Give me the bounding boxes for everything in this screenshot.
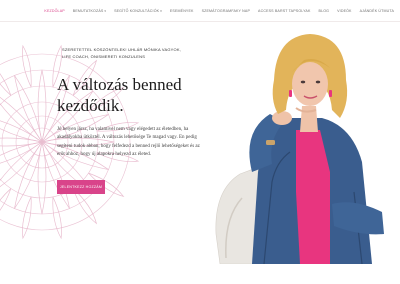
nav-item-label: Események xyxy=(169,8,194,13)
main-navigation: Kezdőlap Bemutatkozás ▾ Segítő konzultációk… xyxy=(0,0,400,22)
nav-item[interactable]: Ajándék útmuta xyxy=(360,9,394,13)
tagline-line-1: Szeretettel köszöntelek! Uhlár Mónika va… xyxy=(62,47,182,52)
nav-item[interactable]: Események xyxy=(170,9,194,13)
nav-item[interactable]: Szemátogramfaky nap xyxy=(202,9,250,13)
nav-item[interactable]: Segítő konzultációk ▾ xyxy=(114,9,162,13)
nav-item[interactable]: Videók xyxy=(337,9,351,13)
nav-item[interactable]: Kezdőlap xyxy=(44,9,64,13)
nav-item-label: Ajándék útmuta xyxy=(359,8,394,13)
nav-item-label: Bemutatkozás xyxy=(72,8,104,13)
nav-item-label: Videók xyxy=(337,8,352,13)
portrait-photo xyxy=(215,34,384,264)
nav-item[interactable]: Access Barst tapsolyak xyxy=(258,9,311,13)
headline-line-1: A változás benned xyxy=(57,75,182,94)
hero-section: Szeretettel köszöntelek! Uhlár Mónika va… xyxy=(0,22,400,264)
nav-item-label: Kezdőlap xyxy=(44,8,65,13)
tagline-line-2: life coach, önismereti konzulens xyxy=(62,54,146,59)
chevron-down-icon: ▾ xyxy=(104,8,107,13)
nav-item-label: Access Barst tapsolyak xyxy=(258,8,311,13)
nav-item[interactable]: Blog xyxy=(319,9,330,13)
nav-item[interactable]: Bemutatkozás ▾ xyxy=(73,9,106,13)
chevron-down-icon: ▾ xyxy=(160,8,162,13)
page-bottom xyxy=(0,264,400,284)
headline-line-2: kezdődik. xyxy=(57,96,124,115)
nav-item-label: Szemátogramfaky nap xyxy=(201,8,251,13)
nav-item-label: Blog xyxy=(318,8,330,13)
cta-button[interactable]: Jelentkezz hozzám xyxy=(57,180,105,194)
nav-item-label: Segítő konzultációk xyxy=(114,8,160,13)
hero-intro-text: Jó helyen jársz, ha valamivel nem vagy e… xyxy=(57,127,200,158)
